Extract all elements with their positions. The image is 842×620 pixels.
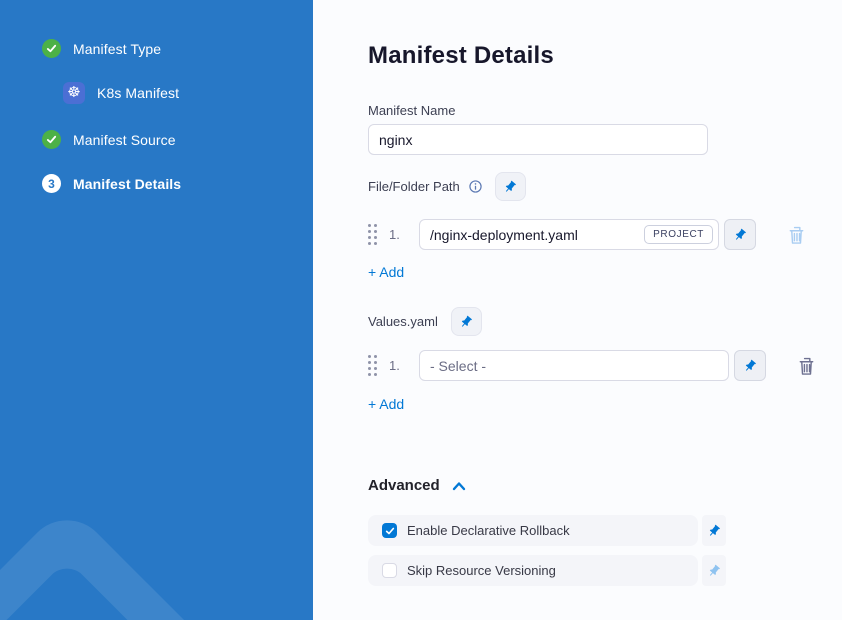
values-yaml-label: Values.yaml xyxy=(368,314,438,329)
chevron-up-icon xyxy=(452,481,466,491)
file-folder-path-header: File/Folder Path xyxy=(368,172,526,201)
info-icon[interactable] xyxy=(469,180,482,193)
pin-runtime-input-button[interactable] xyxy=(495,172,526,201)
delete-row-button[interactable] xyxy=(797,355,816,377)
values-yaml-header: Values.yaml xyxy=(368,307,482,336)
drag-handle-icon[interactable] xyxy=(368,224,377,245)
skip-resource-versioning-option[interactable]: Skip Resource Versioning xyxy=(368,555,698,586)
pin-runtime-input-button[interactable] xyxy=(724,219,756,250)
pin-icon xyxy=(704,561,724,581)
step-k8s-manifest[interactable]: ☸ K8s Manifest xyxy=(63,82,179,104)
manifest-wizard-window: Manifest Type ☸ K8s Manifest Manifest So… xyxy=(0,0,842,620)
drag-handle-icon[interactable] xyxy=(368,355,377,376)
option-label: Skip Resource Versioning xyxy=(407,563,556,578)
kubernetes-icon: ☸ xyxy=(63,82,85,104)
pin-runtime-input-button[interactable] xyxy=(702,555,726,586)
pin-icon xyxy=(456,312,476,332)
step-manifest-details[interactable]: 3 Manifest Details xyxy=(42,174,181,193)
add-values-file-link[interactable]: + Add xyxy=(368,396,404,412)
values-file-select[interactable]: - Select - xyxy=(419,350,729,381)
trash-icon xyxy=(797,355,816,377)
values-yaml-row: 1. - Select - xyxy=(368,350,816,381)
checkbox-checked[interactable] xyxy=(382,523,397,538)
row-index: 1. xyxy=(389,358,411,373)
select-placeholder: - Select - xyxy=(430,358,486,374)
enable-declarative-rollback-option[interactable]: Enable Declarative Rollback xyxy=(368,515,698,546)
option-label: Enable Declarative Rollback xyxy=(407,523,570,538)
step-manifest-source[interactable]: Manifest Source xyxy=(42,130,176,149)
page-title: Manifest Details xyxy=(368,42,554,70)
pin-icon xyxy=(500,177,520,197)
step-label: Manifest Details xyxy=(73,176,181,192)
scope-badge: PROJECT xyxy=(644,225,713,244)
delete-row-button[interactable] xyxy=(787,224,806,246)
advanced-label: Advanced xyxy=(368,477,440,494)
step-label: Manifest Type xyxy=(73,41,161,57)
file-path-input-box: PROJECT xyxy=(419,219,719,250)
row-index: 1. xyxy=(389,227,411,242)
manifest-name-input[interactable] xyxy=(368,124,708,155)
step-number-badge: 3 xyxy=(42,174,61,193)
step-manifest-type[interactable]: Manifest Type xyxy=(42,39,161,58)
pin-icon xyxy=(704,521,724,541)
wizard-steps-sidebar: Manifest Type ☸ K8s Manifest Manifest So… xyxy=(0,0,313,620)
check-circle-icon xyxy=(42,39,61,58)
add-file-path-link[interactable]: + Add xyxy=(368,264,404,280)
manifest-details-panel: Manifest Details Manifest Name File/Fold… xyxy=(313,0,842,620)
trash-icon xyxy=(787,224,806,246)
pin-icon xyxy=(740,356,760,376)
advanced-section-toggle[interactable]: Advanced xyxy=(368,477,466,494)
file-path-input[interactable] xyxy=(430,227,644,243)
option-row-declarative-rollback: Enable Declarative Rollback xyxy=(368,515,726,546)
pin-runtime-input-button[interactable] xyxy=(451,307,482,336)
manifest-name-label: Manifest Name xyxy=(368,103,455,118)
pin-runtime-input-button[interactable] xyxy=(734,350,766,381)
option-row-skip-resource-versioning: Skip Resource Versioning xyxy=(368,555,726,586)
file-path-row: 1. PROJECT xyxy=(368,219,806,250)
checkbox-unchecked[interactable] xyxy=(382,563,397,578)
check-circle-icon xyxy=(42,130,61,149)
pin-runtime-input-button[interactable] xyxy=(702,515,726,546)
file-folder-path-label: File/Folder Path xyxy=(368,179,460,194)
step-label: K8s Manifest xyxy=(97,85,179,101)
step-label: Manifest Source xyxy=(73,132,176,148)
pin-icon xyxy=(730,225,750,245)
